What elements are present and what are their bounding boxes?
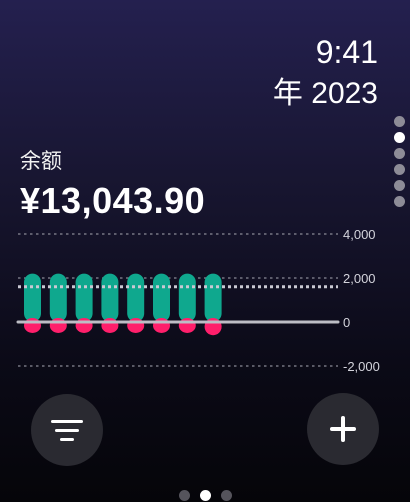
add-button[interactable] — [307, 393, 379, 465]
y-tick-label: -2,000 — [343, 359, 380, 374]
page-dot[interactable] — [199, 490, 211, 501]
expense-bar — [178, 318, 196, 333]
expense-bar — [101, 318, 119, 333]
y-tick-label: 2,000 — [343, 271, 376, 286]
balance-chart: 4,000 2,000 0 -2,000 — [16, 227, 380, 374]
side-page-dot[interactable] — [394, 116, 405, 127]
side-page-dot[interactable] — [394, 132, 405, 143]
expense-bar — [24, 318, 41, 333]
income-bar — [49, 273, 67, 322]
vertical-page-indicator[interactable] — [394, 116, 406, 212]
balance-label: 余额 — [20, 150, 62, 173]
income-bar — [75, 273, 93, 322]
expense-bar — [153, 318, 170, 333]
side-page-dot[interactable] — [394, 180, 405, 191]
expense-bar — [75, 318, 93, 333]
income-bar — [101, 273, 119, 322]
filter-lines-icon — [51, 419, 83, 441]
y-tick-label: 4,000 — [343, 227, 376, 242]
income-bar — [24, 273, 41, 322]
plus-icon — [330, 416, 356, 442]
income-bar — [127, 273, 145, 322]
side-page-dot[interactable] — [394, 196, 405, 207]
expense-bar — [127, 318, 145, 333]
expense-bar — [49, 318, 67, 333]
side-page-dot[interactable] — [394, 148, 405, 159]
page-dot[interactable] — [178, 490, 190, 501]
income-bar — [178, 273, 196, 322]
page-dot[interactable] — [220, 490, 232, 501]
page-indicator[interactable] — [0, 490, 410, 501]
filter-button[interactable] — [31, 394, 103, 466]
side-page-dot[interactable] — [394, 164, 405, 175]
clock-time: 9:41 — [315, 34, 378, 70]
income-bar — [153, 273, 170, 322]
year-label: 年 2023 — [272, 77, 378, 110]
income-bar — [204, 273, 222, 322]
balance-amount: ¥13,043.90 — [20, 180, 206, 221]
y-tick-label: 0 — [343, 315, 350, 330]
